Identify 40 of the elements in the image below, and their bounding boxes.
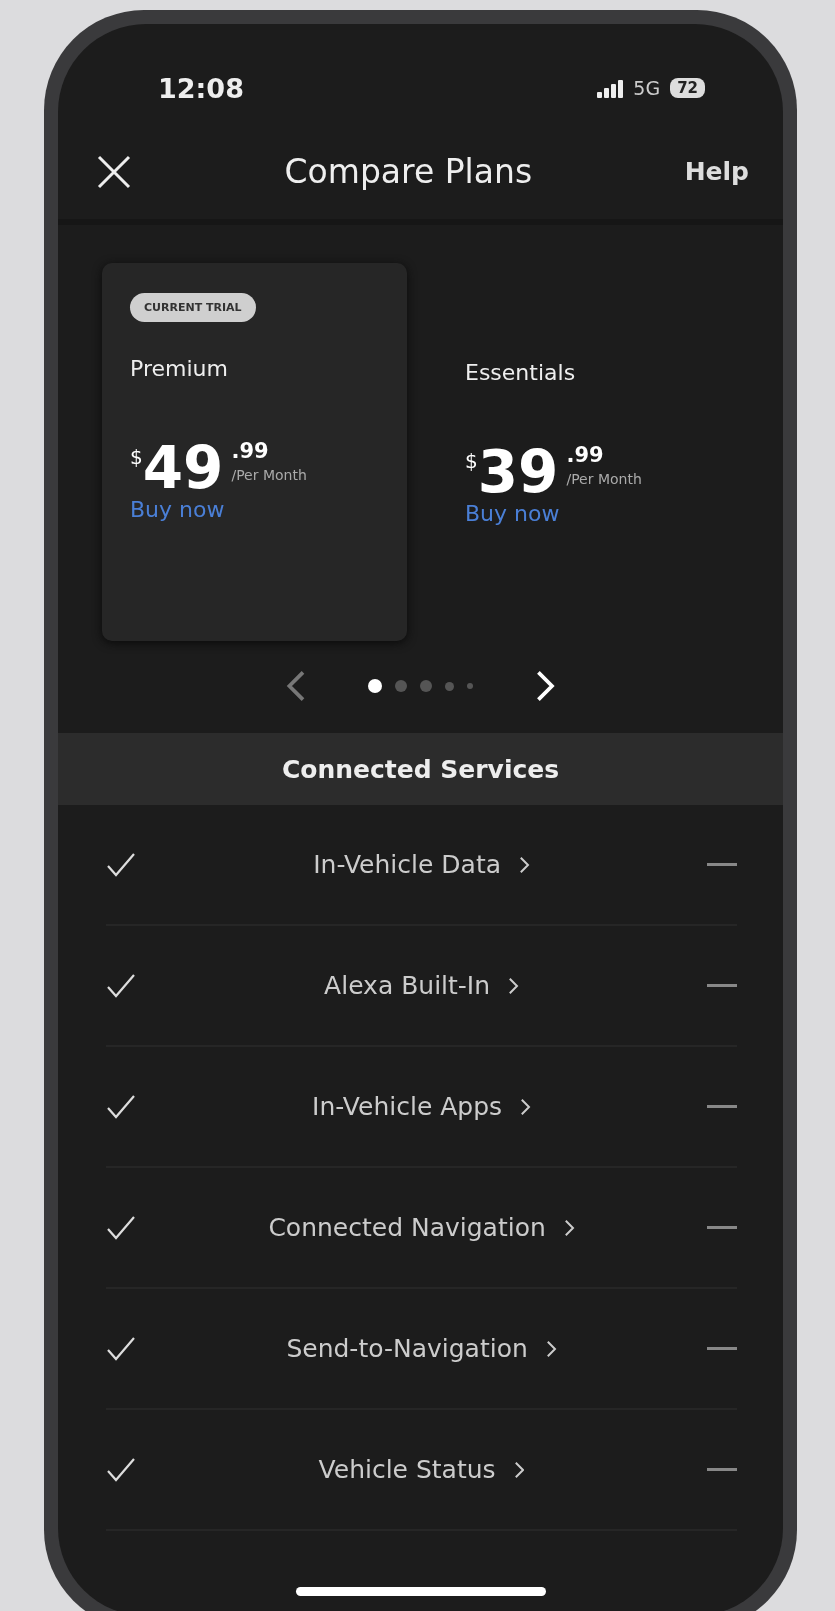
network-label: 5G <box>633 77 661 99</box>
status-time: 12:08 <box>158 72 244 104</box>
chevron-icon <box>519 855 530 874</box>
currency-symbol: $ <box>130 445 143 469</box>
price-amount: 39 <box>477 443 559 501</box>
battery-level: 72 <box>670 78 705 98</box>
chevron-icon <box>520 1097 531 1116</box>
currency-symbol: $ <box>465 449 478 473</box>
feature-link[interactable]: Send-to-Navigation <box>166 1334 677 1363</box>
pager-dot[interactable] <box>395 680 407 692</box>
chevron-icon <box>545 1339 557 1358</box>
pager-dot[interactable] <box>467 683 473 689</box>
feature-link[interactable]: Vehicle Status <box>166 1455 677 1484</box>
feature-link[interactable]: Connected Navigation <box>166 1213 677 1242</box>
pager-dot[interactable] <box>368 679 382 693</box>
plan-name: Premium <box>130 356 229 381</box>
help-link[interactable]: Help <box>684 157 749 186</box>
price-period: /Per Month <box>566 471 642 487</box>
buy-now-link[interactable]: Buy now <box>465 501 560 526</box>
close-button[interactable] <box>96 153 132 190</box>
buy-now-link[interactable]: Buy now <box>130 497 225 522</box>
price-amount: 49 <box>142 439 224 497</box>
signal-icon <box>597 78 624 98</box>
feature-link[interactable]: Alexa Built-In <box>166 971 677 1000</box>
feature-link[interactable]: In-Vehicle Data <box>166 850 677 879</box>
chevron-icon <box>563 1218 575 1237</box>
page-title: Compare Plans <box>284 152 533 191</box>
next-button[interactable] <box>535 669 556 703</box>
pager-dot[interactable] <box>420 680 432 692</box>
feature-link[interactable]: In-Vehicle Apps <box>166 1092 677 1121</box>
chevron-icon <box>513 1460 525 1479</box>
price-cents: .99 <box>566 443 605 467</box>
previous-button[interactable] <box>285 669 306 703</box>
chevron-icon <box>508 976 519 995</box>
price-cents: .99 <box>231 439 270 463</box>
price-period: /Per Month <box>231 467 307 483</box>
pager-dot[interactable] <box>445 681 454 691</box>
section-title: Connected Services <box>281 754 560 784</box>
plan-name: Essentials <box>465 360 577 385</box>
trial-badge: CURRENT TRIAL <box>130 293 256 322</box>
